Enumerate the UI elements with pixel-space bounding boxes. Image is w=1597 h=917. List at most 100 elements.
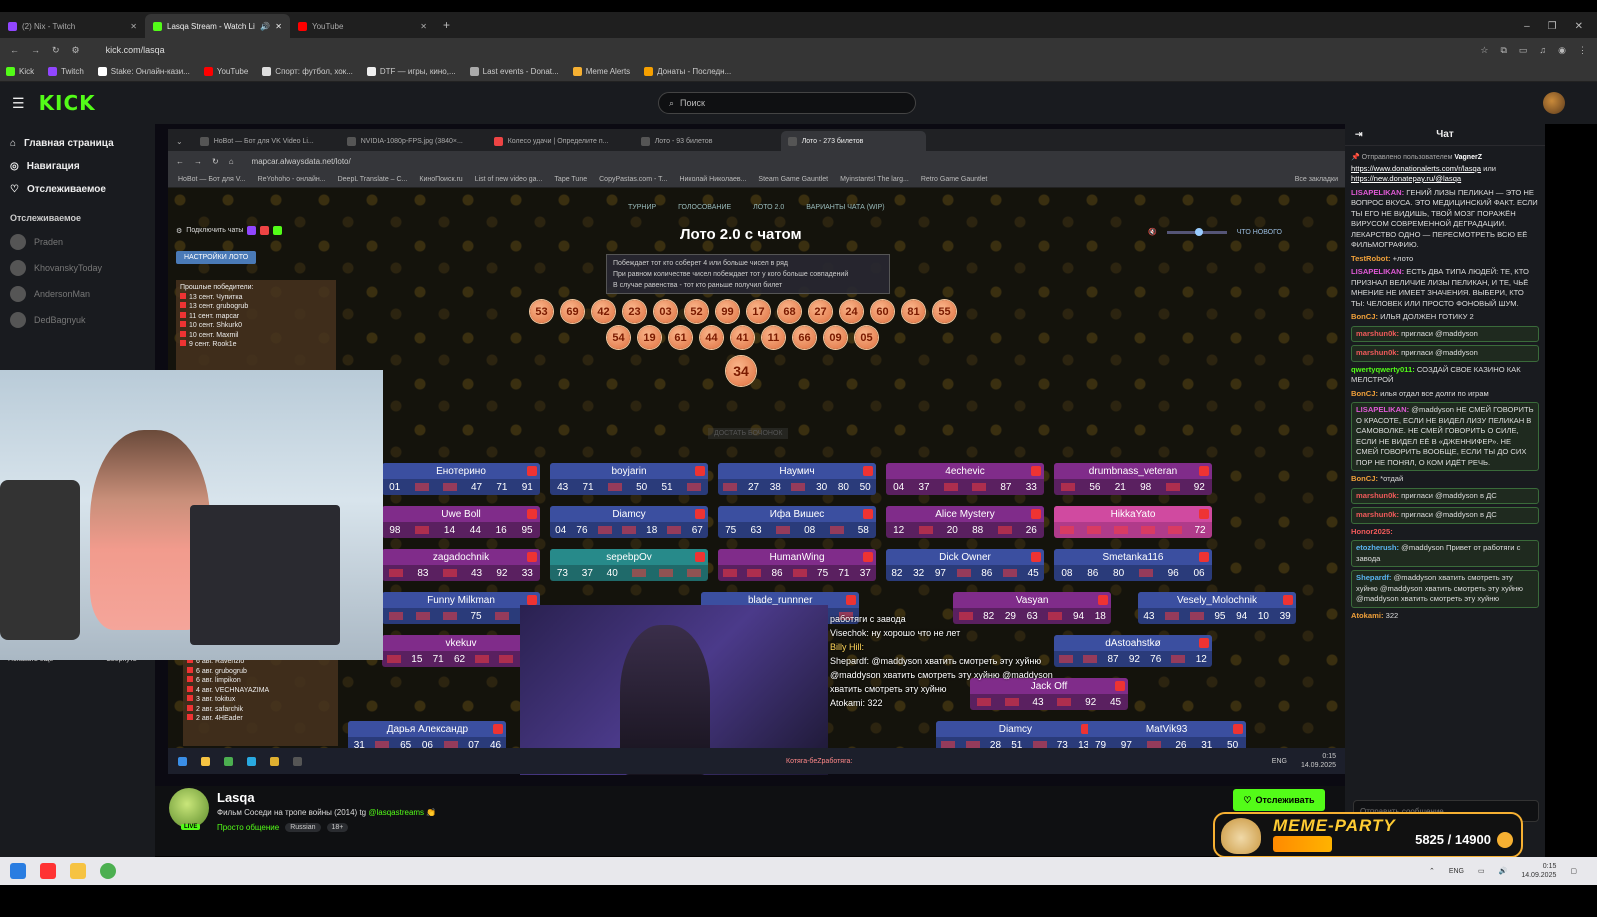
site-info-icon[interactable]: ⚙: [72, 45, 80, 56]
volume-slider: [1166, 227, 1227, 236]
yandex-icon[interactable]: [40, 863, 56, 879]
winner-name: 2 авг. 4HEader: [196, 715, 243, 722]
browser-tab-twitch[interactable]: (2) Nix - Twitch ✕: [0, 14, 145, 38]
bookmark[interactable]: Донаты - Последн...: [644, 67, 731, 76]
new-tab-button[interactable]: +: [435, 18, 458, 38]
hamburger-icon[interactable]: ☰: [12, 95, 25, 112]
followed-channel[interactable]: AndersonMan: [0, 281, 155, 307]
bookmark[interactable]: Last events - Donat...: [469, 67, 559, 76]
winners-title: Прошлые победители:: [180, 284, 254, 291]
media-icon[interactable]: ♫: [1539, 45, 1546, 55]
bookmark[interactable]: DTF — игры, кино,...: [366, 67, 456, 76]
bookmark[interactable]: Stake: Онлайн-кази...: [97, 67, 190, 76]
notifications-icon[interactable]: ▢: [1570, 867, 1577, 875]
close-tab-icon[interactable]: ✕: [275, 22, 282, 31]
ticket-number: [1140, 526, 1155, 534]
bookmark[interactable]: Kick: [6, 67, 34, 76]
bookmark[interactable]: Twitch: [48, 67, 84, 76]
url-field[interactable]: kick.com/lasqa: [106, 45, 1469, 55]
chat-username[interactable]: LISAPELIKAN:: [1351, 188, 1406, 197]
telegram-link[interactable]: @lasqastreams: [368, 808, 424, 817]
forward-icon[interactable]: →: [31, 45, 40, 55]
followed-channel[interactable]: KhovanskyToday: [0, 255, 155, 281]
close-tab-icon[interactable]: ✕: [130, 22, 137, 31]
ticket-numbers: 79 97 26 31 50: [1088, 737, 1246, 748]
chevron-up-icon[interactable]: ⌃: [1429, 867, 1435, 875]
collapse-chat-icon[interactable]: ⇥: [1355, 129, 1363, 140]
youtube-icon: [1098, 595, 1109, 605]
ticket-number: 43: [557, 481, 569, 493]
star-icon[interactable]: ☆: [1480, 45, 1488, 56]
ticket-number: [941, 741, 956, 748]
close-window-icon[interactable]: ✕: [1575, 21, 1583, 32]
windows-start-icon[interactable]: [10, 863, 26, 879]
chat-username[interactable]: BonCJ:: [1351, 312, 1380, 321]
channel-name[interactable]: Lasqa: [217, 790, 255, 805]
chat-username[interactable]: TestRobot:: [1351, 254, 1393, 263]
close-tab-icon[interactable]: ✕: [420, 22, 427, 31]
tag[interactable]: Russian: [285, 823, 321, 832]
tag[interactable]: 18+: [326, 823, 349, 832]
volume-icon[interactable]: 🔊: [1499, 867, 1508, 875]
sidepanel-icon[interactable]: ▭: [1519, 45, 1528, 56]
user-avatar[interactable]: [1543, 92, 1565, 114]
lang-indicator: ENG: [1271, 757, 1287, 765]
lang-indicator[interactable]: ENG: [1449, 868, 1464, 875]
nav-following[interactable]: ♡ Отслеживаемое: [0, 178, 155, 201]
browser-tab-kick[interactable]: Lasqa Stream - Watch Live 🔊 ✕: [145, 14, 290, 38]
search-input[interactable]: ⌕ Поиск: [658, 92, 916, 114]
ticket-number: 76: [1150, 653, 1162, 665]
reload-icon[interactable]: ↻: [52, 45, 60, 56]
chat-username[interactable]: marshun0k:: [1356, 329, 1401, 338]
speaker-icon[interactable]: 🔊: [260, 22, 270, 31]
follow-button[interactable]: ♡ Отслеживать: [1233, 789, 1325, 811]
home-icon: ⌂: [10, 138, 17, 149]
profile-icon[interactable]: ◉: [1558, 45, 1566, 56]
extensions-icon[interactable]: ⧉: [1500, 45, 1506, 56]
chat-username[interactable]: Atokami:: [1351, 611, 1386, 620]
doge-icon: [1221, 818, 1261, 854]
chrome-icon[interactable]: [100, 863, 116, 879]
youtube-icon: [527, 552, 537, 562]
chat-username[interactable]: qwertyqwerty011:: [1351, 365, 1417, 374]
winner-name: 10 сент. Shkurk0: [189, 322, 242, 329]
back-icon[interactable]: ←: [10, 45, 19, 55]
browser-tab-youtube[interactable]: YouTube ✕: [290, 14, 435, 38]
clock[interactable]: 0:15 14.09.2025: [1521, 862, 1556, 880]
chat-username[interactable]: BonCJ:: [1351, 389, 1380, 398]
bookmark[interactable]: Meme Alerts: [572, 67, 630, 76]
chat-username[interactable]: marshun0k:: [1356, 510, 1401, 519]
channel-avatar[interactable]: [169, 788, 209, 828]
minimize-icon[interactable]: –: [1524, 21, 1530, 32]
chat-username[interactable]: Honor2025:: [1351, 527, 1393, 536]
ticket-number: 50: [636, 481, 648, 493]
network-icon[interactable]: ▭: [1478, 867, 1485, 875]
ticket-number: 38: [769, 481, 781, 493]
bookmark[interactable]: Спорт: футбол, хок...: [262, 67, 353, 76]
category-link[interactable]: Просто общение: [217, 823, 279, 832]
ticket-number: 26: [1025, 524, 1037, 536]
chat-username[interactable]: Shepardf:: [1356, 573, 1394, 582]
folder-icon[interactable]: [70, 863, 86, 879]
kick-logo[interactable]: KICK: [39, 91, 96, 115]
followed-channel[interactable]: Praden: [0, 229, 155, 255]
ticket-number: 76: [576, 524, 588, 536]
bookmark[interactable]: YouTube: [203, 67, 248, 76]
chat-username[interactable]: etozherush:: [1356, 543, 1401, 552]
followed-channel[interactable]: DedBagnyuk: [0, 307, 155, 333]
chat-username[interactable]: marshun0k:: [1356, 348, 1401, 357]
chat-username[interactable]: LISAPELIKAN:: [1356, 405, 1411, 414]
winner-name: 13 сент. grubogrub: [189, 303, 249, 310]
tab-search-icon: ⌄: [176, 137, 183, 146]
ticket-number: [494, 612, 509, 620]
chat-message: marshun0k: пригласи @maddyson в ДС: [1351, 507, 1539, 524]
chat-username[interactable]: BonCJ:: [1351, 474, 1380, 483]
donation-link[interactable]: https://www.donationalerts.com/r/lasqa: [1351, 164, 1481, 173]
chat-username[interactable]: LISAPELIKAN:: [1351, 267, 1406, 276]
menu-icon[interactable]: ⋮: [1578, 45, 1587, 56]
chat-username[interactable]: marshun0k:: [1356, 491, 1401, 500]
nav-home[interactable]: ⌂ Главная страница: [0, 132, 155, 155]
nav-browse[interactable]: ◎ Навигация: [0, 155, 155, 178]
donation-link[interactable]: https://new.donatepay.ru/@lasqa: [1351, 174, 1461, 183]
restore-icon[interactable]: ❐: [1548, 21, 1557, 32]
